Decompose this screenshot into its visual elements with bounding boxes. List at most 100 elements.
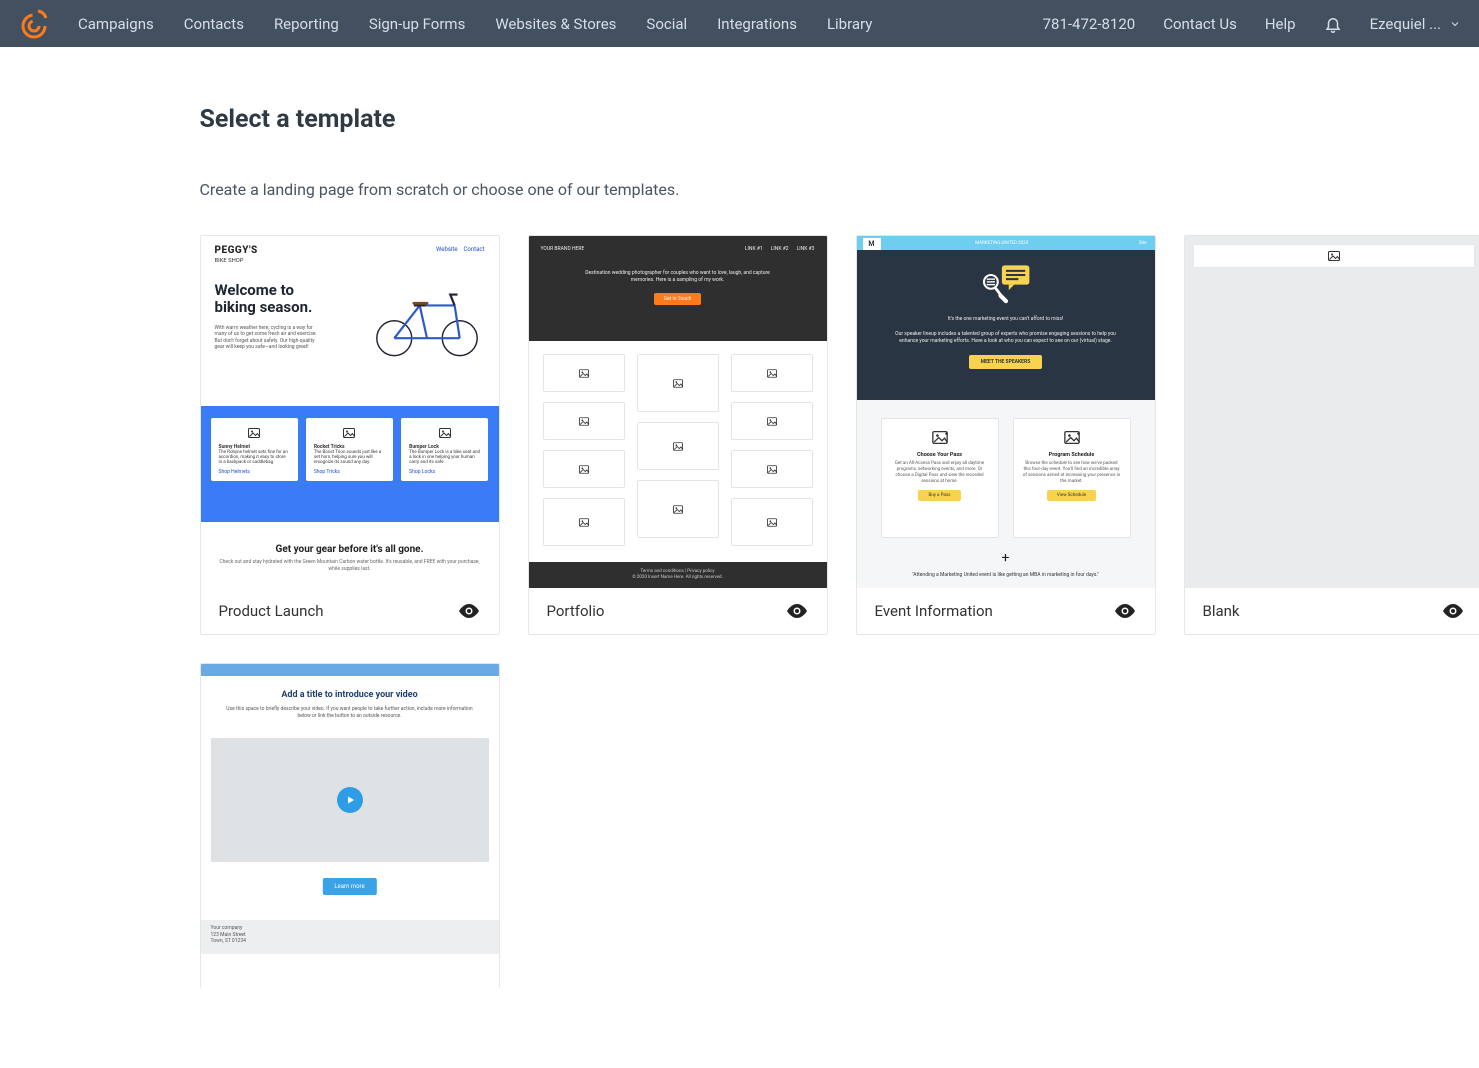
template-grid: PEGGY'S BIKE SHOP Website Contact Welcom… [200,235,1380,988]
template-name: Portfolio [547,602,605,620]
thumb-banner-right: Site [1139,241,1147,246]
tile-link: Shop Helmets [219,469,250,475]
thumb-footer-line: Town, ST 01234 [211,938,489,945]
nav-campaigns[interactable]: Campaigns [78,15,154,33]
thumb-hero-cta: MEET THE SPEAKERS [969,355,1043,369]
eye-icon [457,603,481,619]
chevron-down-icon [1449,18,1461,30]
image-placeholder-icon [767,417,777,426]
play-icon [337,787,363,813]
thumb-banner-text: MARKETING UNITED 2020 [975,241,1028,246]
image-placeholder-icon [579,369,589,378]
bike-icon [367,280,487,364]
image-placeholder-icon [673,379,683,388]
thumb-cta: Get in Touch [654,293,702,305]
thumb-bottom-heading: Get your gear before it's all gone. [219,544,481,555]
template-name: Product Launch [219,602,324,620]
secondary-nav: 781-472-8120 Contact Us Help Ezequiel ..… [1043,15,1461,33]
image-placeholder-icon [767,369,777,378]
image-placeholder-icon [248,428,260,438]
phone-number[interactable]: 781-472-8120 [1043,15,1136,33]
nav-signup-forms[interactable]: Sign-up Forms [369,15,466,33]
tile-link: Shop Tricks [314,469,340,475]
template-thumbnail: Add a title to introduce your video Use … [201,664,499,954]
thumb-logo-mark: M [863,238,881,250]
template-name: Blank [1203,602,1240,620]
thumb-card-text: Browse the schedule to see how we've pac… [1022,461,1122,484]
help-link[interactable]: Help [1265,15,1296,33]
thumb-footer-text: © 2020 Insert Name Here. All rights rese… [632,575,723,581]
thumb-sub: Destination wedding photographer for cou… [578,270,778,283]
tile-desc: The Bumper Lock is a bike seat and a loc… [409,450,480,465]
image-placeholder-icon [1328,251,1340,261]
template-name: Event Information [875,602,993,620]
template-thumbnail [1185,236,1479,588]
image-placeholder-icon [579,518,589,527]
thumb-link: LINK #1 [745,246,763,252]
microphone-chat-icon [978,264,1034,308]
template-card-product-launch[interactable]: PEGGY'S BIKE SHOP Website Contact Welcom… [200,235,500,635]
thumb-link: LINK #3 [797,246,815,252]
preview-button[interactable] [785,603,809,619]
image-placeholder-icon [767,465,777,474]
nav-social[interactable]: Social [646,15,687,33]
nav-reporting[interactable]: Reporting [274,15,339,33]
thumb-brand-sub: BIKE SHOP [215,258,244,264]
tile-desc: The Robyne helmet sets fine for an accor… [219,450,290,465]
brand-logo[interactable] [18,8,50,40]
plus-icon: + [857,550,1155,566]
notifications-button[interactable] [1324,15,1342,33]
thumb-brand: YOUR BRAND HERE [541,246,585,252]
thumb-link: LINK #2 [771,246,789,252]
tile-desc: The Boost Trion sounds just like a set h… [314,450,385,465]
template-card-video[interactable]: Add a title to introduce your video Use … [200,663,500,988]
thumb-title: Add a title to introduce your video [221,690,479,700]
preview-button[interactable] [1441,603,1465,619]
template-card-blank[interactable]: Blank [1184,235,1479,635]
thumb-sub: With warm weather here, cycling is a way… [215,325,325,351]
nav-websites-stores[interactable]: Websites & Stores [495,15,616,33]
thumb-card-text: Get an All-Access Pass and enjoy all day… [890,461,990,484]
image-placeholder-icon [673,505,683,514]
bell-icon [1324,15,1342,33]
thumb-link: Contact [464,246,485,253]
thumb-bottom-text: Check out and stay hydrated with the Gre… [219,559,481,572]
page-subtitle: Create a landing page from scratch or ch… [200,180,1380,199]
image-placeholder-icon [767,518,777,527]
thumb-card-cta: Buy a Pass [918,490,960,501]
template-thumbnail: M MARKETING UNITED 2020 Site [857,236,1155,588]
thumb-card-cta: View Schedule [1047,490,1096,501]
user-menu[interactable]: Ezequiel ... [1370,15,1461,33]
eye-icon [1441,603,1465,619]
image-placeholder-icon [932,431,948,444]
thumb-hero-text: Our speaker lineup includes a talented g… [891,331,1121,345]
thumb-cta: Learn more [322,878,376,895]
user-name-label: Ezequiel ... [1370,15,1441,33]
template-card-portfolio[interactable]: YOUR BRAND HERE LINK #1 LINK #2 LINK #3 … [528,235,828,635]
image-placeholder-icon [343,428,355,438]
contact-us-link[interactable]: Contact Us [1163,15,1237,33]
thumb-sub: Use this space to briefly describe your … [221,706,479,719]
nav-library[interactable]: Library [827,15,872,33]
primary-nav: Campaigns Contacts Reporting Sign-up For… [78,15,872,33]
image-placeholder-icon [579,465,589,474]
thumb-card-title: Choose Your Pass [917,452,962,458]
image-placeholder-icon [579,417,589,426]
nav-integrations[interactable]: Integrations [717,15,797,33]
image-placeholder-icon [1064,431,1080,444]
thumb-headline: Welcome to biking season. [215,282,325,317]
thumb-hero-sub: It's the one marketing event you can't a… [948,316,1063,323]
template-thumbnail: PEGGY'S BIKE SHOP Website Contact Welcom… [201,236,499,588]
thumb-card-title: Program Schedule [1049,452,1095,458]
template-card-event-information[interactable]: M MARKETING UNITED 2020 Site [856,235,1156,635]
template-thumbnail: YOUR BRAND HERE LINK #1 LINK #2 LINK #3 … [529,236,827,588]
thumb-brand: PEGGY'S [215,246,258,256]
eye-icon [1113,603,1137,619]
preview-button[interactable] [457,603,481,619]
page-title: Select a template [200,105,1380,134]
eye-icon [785,603,809,619]
thumb-link: Website [436,246,457,253]
preview-button[interactable] [1113,603,1137,619]
top-nav: Campaigns Contacts Reporting Sign-up For… [0,0,1479,47]
nav-contacts[interactable]: Contacts [184,15,244,33]
